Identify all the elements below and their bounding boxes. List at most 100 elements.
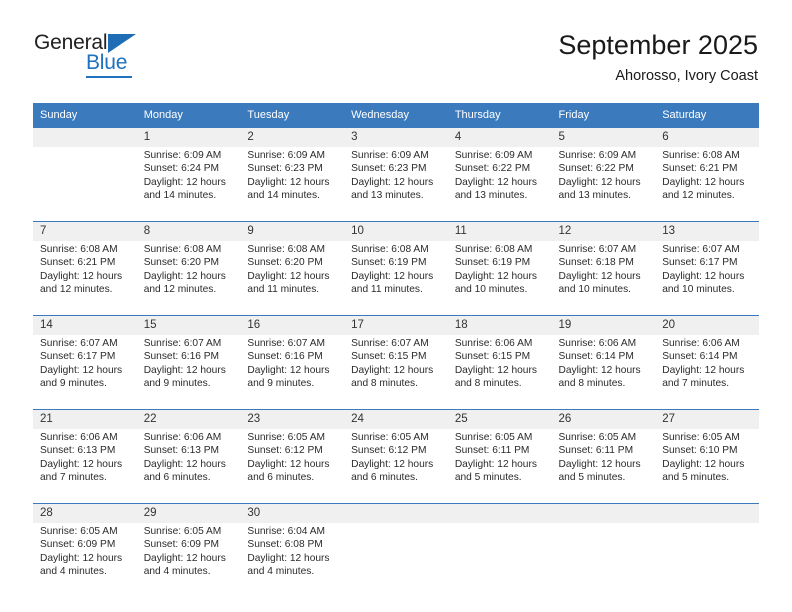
- day-detail-cell[interactable]: Sunrise: 6:07 AM Sunset: 6:17 PM Daylight:…: [33, 335, 137, 410]
- day-detail-cell[interactable]: Sunrise: 6:06 AM Sunset: 6:14 PM Daylight:…: [655, 335, 759, 410]
- sunset-text: Sunset: 6:24 PM: [143, 163, 220, 175]
- sunset-text: Sunset: 6:13 PM: [143, 445, 220, 457]
- day-detail-cell[interactable]: Sunrise: 6:05 AM Sunset: 6:09 PM Daylight:…: [136, 523, 241, 597]
- sunrise-text: Sunrise: 6:09 AM: [143, 150, 222, 161]
- weekday-header-thursday: Thursday: [447, 103, 552, 128]
- day-number-cell[interactable]: 1: [136, 127, 241, 147]
- day-number-cell[interactable]: 28: [33, 503, 137, 523]
- week-detail-row: Sunrise: 6:08 AM Sunset: 6:21 PM Daylight:…: [33, 241, 759, 316]
- day-detail-cell[interactable]: Sunrise: 6:09 AM Sunset: 6:23 PM Daylight:…: [240, 147, 345, 222]
- day-number-cell[interactable]: 27: [655, 409, 759, 429]
- logo-word-blue: Blue: [86, 51, 128, 74]
- table-header-row: Sunday Monday Tuesday Wednesday Thursday…: [33, 103, 759, 128]
- calendar-table: Sunday Monday Tuesday Wednesday Thursday…: [33, 103, 759, 597]
- day-number-cell[interactable]: 14: [33, 315, 137, 335]
- day-number-cell[interactable]: 9: [240, 221, 345, 241]
- day-detail-cell[interactable]: Sunrise: 6:08 AM Sunset: 6:20 PM Daylight:…: [240, 241, 345, 316]
- day-number-cell[interactable]: 26: [551, 409, 656, 429]
- day-detail-cell[interactable]: Sunrise: 6:08 AM Sunset: 6:21 PM Daylight:…: [33, 241, 137, 316]
- sunrise-text: Sunrise: 6:08 AM: [351, 244, 429, 255]
- day-number-cell[interactable]: 5: [551, 127, 656, 147]
- day-detail-cell[interactable]: Sunrise: 6:05 AM Sunset: 6:11 PM Daylight:…: [551, 429, 656, 504]
- day-detail-cell[interactable]: Sunrise: 6:07 AM Sunset: 6:15 PM Daylight:…: [344, 335, 448, 410]
- daylight-text: Daylight: 12 hours and 4 minutes.: [143, 552, 226, 578]
- day-number-cell: [33, 127, 137, 147]
- day-detail-cell[interactable]: Sunrise: 6:09 AM Sunset: 6:22 PM Daylight:…: [447, 147, 552, 222]
- day-detail-cell[interactable]: Sunrise: 6:08 AM Sunset: 6:19 PM Daylight:…: [447, 241, 552, 316]
- day-number-cell[interactable]: 20: [655, 315, 759, 335]
- day-detail-cell: [447, 523, 552, 597]
- day-detail-cell[interactable]: Sunrise: 6:05 AM Sunset: 6:12 PM Daylight:…: [240, 429, 345, 504]
- daylight-text: Daylight: 12 hours and 11 minutes.: [351, 270, 434, 296]
- general-blue-logo: General Blue: [34, 31, 154, 79]
- week-detail-row: Sunrise: 6:07 AM Sunset: 6:17 PM Daylight:…: [33, 335, 759, 410]
- day-number-cell[interactable]: 25: [447, 409, 552, 429]
- day-number-cell[interactable]: 3: [344, 127, 448, 147]
- day-number-cell: [655, 503, 759, 523]
- day-number-cell[interactable]: 18: [447, 315, 552, 335]
- sunrise-text: Sunrise: 6:09 AM: [558, 150, 637, 161]
- week-daynumber-row: 14 15 16 17 18 19 20: [33, 315, 759, 335]
- sunset-text: Sunset: 6:23 PM: [351, 163, 427, 175]
- day-detail-cell[interactable]: Sunrise: 6:07 AM Sunset: 6:16 PM Daylight:…: [136, 335, 241, 410]
- day-detail-cell: [344, 523, 448, 597]
- day-number-cell[interactable]: 10: [344, 221, 448, 241]
- sunrise-text: Sunrise: 6:06 AM: [558, 338, 637, 349]
- day-detail-cell[interactable]: Sunrise: 6:09 AM Sunset: 6:23 PM Daylight:…: [344, 147, 448, 222]
- day-number-cell[interactable]: 22: [136, 409, 241, 429]
- day-number-cell[interactable]: 24: [344, 409, 448, 429]
- day-number-cell[interactable]: 19: [551, 315, 656, 335]
- daylight-text: Daylight: 12 hours and 12 minutes.: [662, 176, 745, 202]
- day-detail-cell[interactable]: Sunrise: 6:09 AM Sunset: 6:24 PM Daylight:…: [136, 147, 241, 222]
- day-number-cell[interactable]: 7: [33, 221, 137, 241]
- day-number-cell[interactable]: 4: [447, 127, 552, 147]
- sunrise-text: Sunrise: 6:05 AM: [143, 526, 222, 537]
- day-number-cell[interactable]: 12: [551, 221, 656, 241]
- sunset-text: Sunset: 6:14 PM: [558, 351, 634, 363]
- day-number-cell[interactable]: 29: [136, 503, 241, 523]
- day-number-cell[interactable]: 11: [447, 221, 552, 241]
- sunrise-text: Sunrise: 6:06 AM: [40, 432, 118, 443]
- day-detail-cell[interactable]: Sunrise: 6:07 AM Sunset: 6:17 PM Daylight:…: [655, 241, 759, 316]
- sunrise-text: Sunrise: 6:04 AM: [247, 526, 325, 537]
- weekday-header-saturday: Saturday: [655, 103, 759, 128]
- day-number-cell[interactable]: 8: [136, 221, 241, 241]
- day-detail-cell[interactable]: Sunrise: 6:08 AM Sunset: 6:21 PM Daylight:…: [655, 147, 759, 222]
- day-detail-cell[interactable]: Sunrise: 6:08 AM Sunset: 6:19 PM Daylight:…: [344, 241, 448, 316]
- day-detail-cell[interactable]: Sunrise: 6:05 AM Sunset: 6:12 PM Daylight:…: [344, 429, 448, 504]
- day-detail-cell[interactable]: Sunrise: 6:06 AM Sunset: 6:13 PM Daylight:…: [136, 429, 241, 504]
- day-number-cell[interactable]: 2: [240, 127, 345, 147]
- day-detail-cell[interactable]: Sunrise: 6:06 AM Sunset: 6:13 PM Daylight:…: [33, 429, 137, 504]
- day-number-cell: [447, 503, 552, 523]
- day-detail-cell[interactable]: Sunrise: 6:08 AM Sunset: 6:20 PM Daylight:…: [136, 241, 241, 316]
- day-detail-cell[interactable]: Sunrise: 6:06 AM Sunset: 6:14 PM Daylight:…: [551, 335, 656, 410]
- day-detail-cell[interactable]: Sunrise: 6:05 AM Sunset: 6:10 PM Daylight:…: [655, 429, 759, 504]
- day-number-cell[interactable]: 23: [240, 409, 345, 429]
- day-number-cell[interactable]: 17: [344, 315, 448, 335]
- sunrise-text: Sunrise: 6:05 AM: [351, 432, 429, 443]
- day-number-cell[interactable]: 21: [33, 409, 137, 429]
- calendar-page: General Blue September 2025 Ahorosso, Iv…: [0, 0, 792, 612]
- location-subtitle: Ahorosso, Ivory Coast: [615, 68, 758, 84]
- sunrise-text: Sunrise: 6:08 AM: [143, 244, 222, 255]
- day-number-cell[interactable]: 13: [655, 221, 759, 241]
- day-number-cell[interactable]: 15: [136, 315, 241, 335]
- sunset-text: Sunset: 6:18 PM: [558, 257, 634, 269]
- day-detail-cell[interactable]: Sunrise: 6:06 AM Sunset: 6:15 PM Daylight:…: [447, 335, 552, 410]
- day-number-cell[interactable]: 6: [655, 127, 759, 147]
- day-detail-cell[interactable]: Sunrise: 6:05 AM Sunset: 6:11 PM Daylight:…: [447, 429, 552, 504]
- sunrise-text: Sunrise: 6:05 AM: [662, 432, 740, 443]
- sunrise-text: Sunrise: 6:08 AM: [247, 244, 325, 255]
- sunset-text: Sunset: 6:17 PM: [40, 351, 116, 363]
- day-detail-cell[interactable]: Sunrise: 6:07 AM Sunset: 6:16 PM Daylight:…: [240, 335, 345, 410]
- day-number-cell[interactable]: 30: [240, 503, 345, 523]
- daylight-text: Daylight: 12 hours and 11 minutes.: [247, 270, 330, 296]
- sunset-text: Sunset: 6:14 PM: [662, 351, 738, 363]
- day-detail-cell[interactable]: Sunrise: 6:07 AM Sunset: 6:18 PM Daylight:…: [551, 241, 656, 316]
- day-detail-cell[interactable]: Sunrise: 6:09 AM Sunset: 6:22 PM Daylight:…: [551, 147, 656, 222]
- day-detail-cell[interactable]: Sunrise: 6:05 AM Sunset: 6:09 PM Daylight:…: [33, 523, 137, 597]
- day-number-cell[interactable]: 16: [240, 315, 345, 335]
- day-detail-cell[interactable]: Sunrise: 6:04 AM Sunset: 6:08 PM Daylight:…: [240, 523, 345, 597]
- title-block: September 2025 Ahorosso, Ivory Coast: [558, 28, 758, 86]
- sunrise-text: Sunrise: 6:07 AM: [662, 244, 740, 255]
